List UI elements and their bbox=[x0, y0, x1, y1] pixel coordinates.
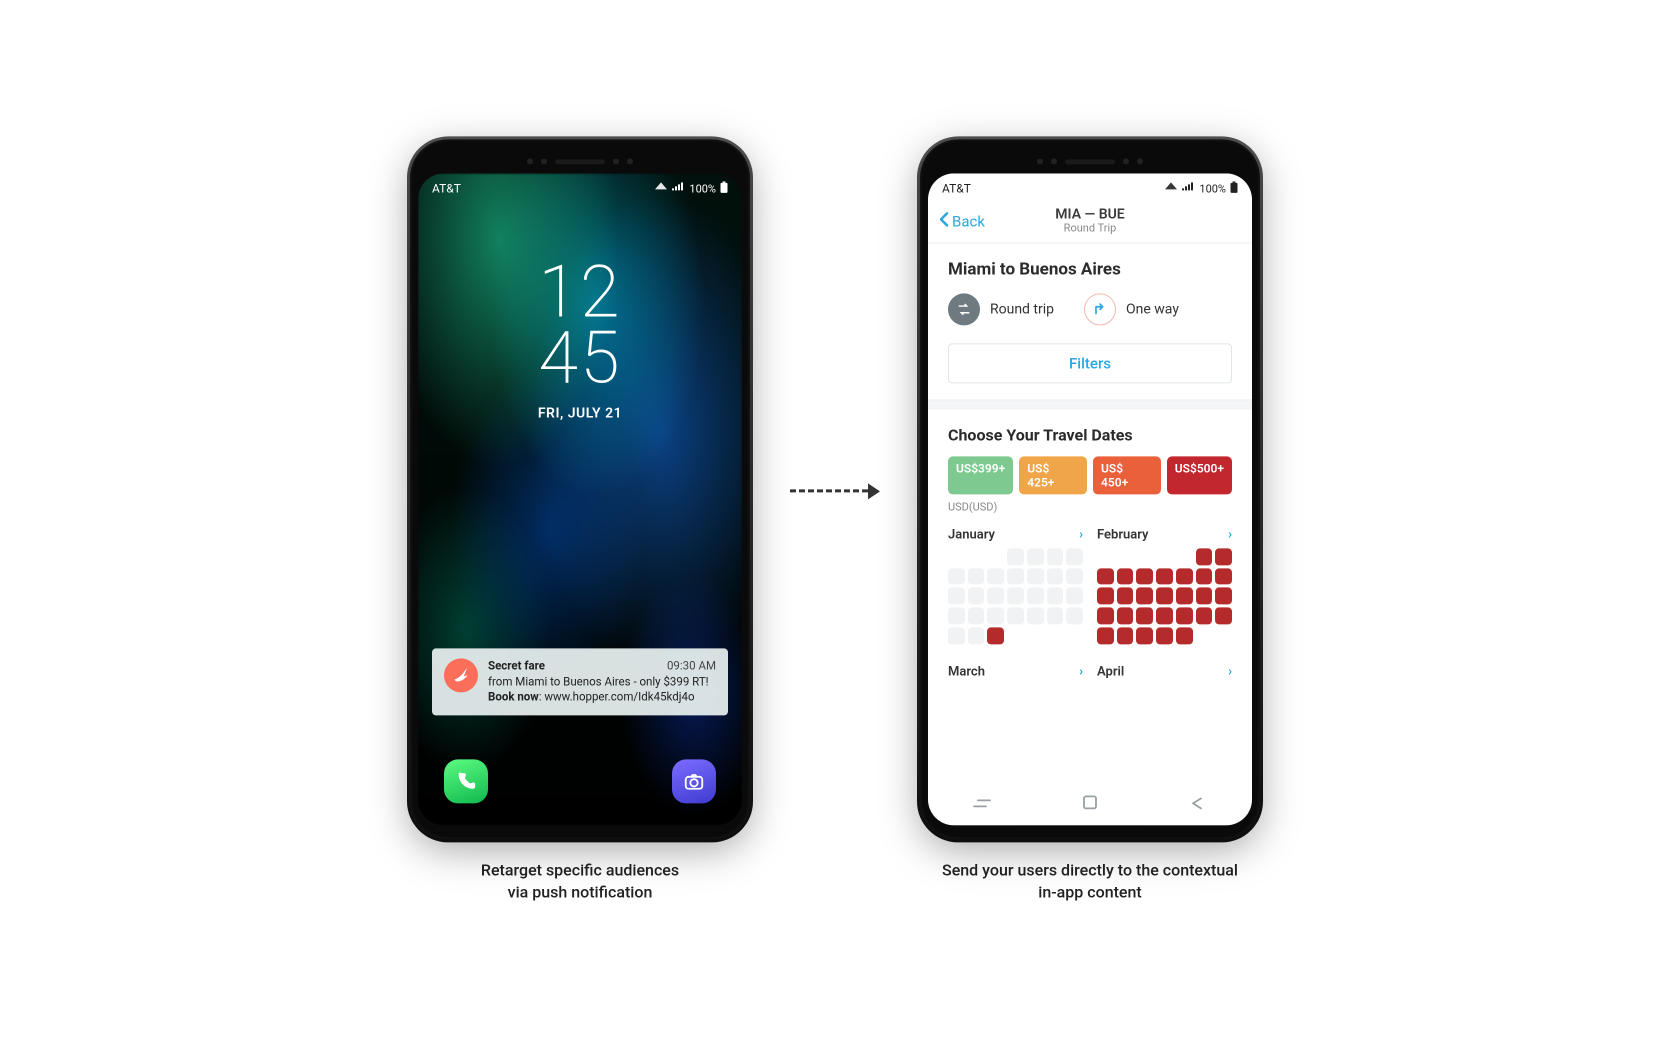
one-way-option[interactable]: One way bbox=[1084, 293, 1179, 325]
hopper-app-icon bbox=[444, 659, 478, 693]
one-way-label: One way bbox=[1126, 301, 1179, 317]
camera-app-icon[interactable] bbox=[672, 759, 716, 803]
month-label-mar: March bbox=[948, 664, 985, 679]
price-chip-1: US$399+ bbox=[948, 456, 1013, 494]
nav-title-sub: Round Trip bbox=[1055, 223, 1124, 235]
back-button[interactable]: Back bbox=[938, 199, 985, 242]
battery-label: 100% bbox=[689, 182, 716, 195]
month-label-feb: February bbox=[1097, 527, 1149, 542]
network-icon bbox=[655, 182, 667, 195]
status-bar: AT&T 100% bbox=[928, 173, 1252, 199]
trip-section: Miami to Buenos Aires Round trip bbox=[928, 243, 1252, 399]
battery-label: 100% bbox=[1199, 182, 1226, 195]
round-trip-option[interactable]: Round trip bbox=[948, 293, 1054, 325]
right-column: AT&T 100% bbox=[920, 139, 1260, 902]
trip-type-group: Round trip One way bbox=[948, 293, 1232, 325]
right-caption-line2: in-app content bbox=[942, 881, 1238, 903]
battery-icon bbox=[1230, 181, 1238, 196]
filters-button[interactable]: Filters bbox=[948, 343, 1232, 383]
chevron-left-icon bbox=[938, 211, 950, 231]
notification-message: from Miami to Buenos Aires - only $399 R… bbox=[488, 674, 716, 690]
left-phone-frame: AT&T 100% bbox=[410, 139, 750, 839]
status-right: 100% bbox=[1165, 181, 1238, 196]
carrier-label: AT&T bbox=[432, 181, 461, 195]
chevron-right-icon: › bbox=[1079, 664, 1083, 679]
back-label: Back bbox=[952, 212, 985, 230]
nav-title: MIA — BUE Round Trip bbox=[1055, 207, 1124, 234]
right-caption: Send your users directly to the contextu… bbox=[942, 859, 1238, 902]
flow-arrow bbox=[790, 476, 880, 506]
price-chip-4: US$500+ bbox=[1167, 456, 1232, 494]
lock-dock bbox=[418, 759, 742, 803]
lock-content: 12 45 FRI, JULY 21 bbox=[418, 199, 742, 421]
left-caption-line1: Retarget specific audiences bbox=[481, 859, 679, 881]
status-right: 100% bbox=[655, 181, 728, 196]
stage: AT&T 100% bbox=[410, 139, 1260, 902]
notification-time: 09:30 AM bbox=[667, 659, 716, 675]
section-divider bbox=[928, 399, 1252, 409]
month-april[interactable]: April › bbox=[1097, 664, 1232, 685]
recent-apps-button[interactable] bbox=[972, 794, 992, 815]
round-trip-label: Round trip bbox=[990, 301, 1054, 317]
chevron-right-icon: › bbox=[1228, 664, 1232, 679]
back-nav-button[interactable] bbox=[1188, 794, 1208, 815]
notification-cta-rest: : www.hopper.com/Idk45kdj4o bbox=[539, 690, 695, 704]
left-caption-line2: via push notification bbox=[481, 881, 679, 903]
right-caption-line1: Send your users directly to the contextu… bbox=[942, 859, 1238, 881]
status-bar: AT&T 100% bbox=[418, 173, 742, 199]
nav-title-main: MIA — BUE bbox=[1055, 207, 1124, 222]
signal-icon bbox=[671, 182, 685, 195]
lock-clock: 12 45 bbox=[538, 259, 621, 391]
calendar-january bbox=[948, 548, 1083, 644]
month-january[interactable]: January › bbox=[948, 527, 1083, 644]
months-row-2: March › April › bbox=[948, 664, 1232, 685]
home-button[interactable] bbox=[1081, 793, 1099, 816]
dates-section: Choose Your Travel Dates US$399+ US$ 425… bbox=[928, 409, 1252, 701]
arrow-head-icon bbox=[868, 483, 880, 499]
one-way-icon bbox=[1084, 293, 1116, 325]
lock-screen: AT&T 100% bbox=[418, 173, 742, 825]
month-february[interactable]: February › bbox=[1097, 527, 1232, 644]
notification-body: Secret fare 09:30 AM from Miami to Bueno… bbox=[488, 659, 716, 706]
notification-cta-bold: Book now bbox=[488, 690, 539, 704]
app-screen: AT&T 100% bbox=[928, 173, 1252, 825]
months-row-1: January › bbox=[948, 527, 1232, 644]
battery-icon bbox=[720, 181, 728, 196]
chevron-right-icon: › bbox=[1079, 527, 1083, 542]
android-nav-bar bbox=[928, 783, 1252, 825]
month-label-jan: January bbox=[948, 527, 995, 542]
filters-label: Filters bbox=[1069, 354, 1111, 372]
lock-date: FRI, JULY 21 bbox=[538, 406, 622, 422]
phone-app-icon[interactable] bbox=[444, 759, 488, 803]
dates-title: Choose Your Travel Dates bbox=[948, 425, 1232, 444]
currency-note: USD(USD) bbox=[948, 500, 1232, 513]
calendar-february bbox=[1097, 548, 1232, 644]
carrier-label: AT&T bbox=[942, 181, 971, 195]
price-chip-3: US$ 450+ bbox=[1093, 456, 1161, 494]
price-legend: US$399+ US$ 425+ US$ 450+ US$500+ bbox=[948, 456, 1232, 494]
left-caption: Retarget specific audiences via push not… bbox=[481, 859, 679, 902]
right-phone-frame: AT&T 100% bbox=[920, 139, 1260, 839]
round-trip-icon bbox=[948, 293, 980, 325]
clock-minutes: 45 bbox=[538, 326, 621, 392]
price-chip-2: US$ 425+ bbox=[1019, 456, 1087, 494]
notification-cta: Book now: www.hopper.com/Idk45kdj4o bbox=[488, 690, 716, 706]
network-icon bbox=[1165, 182, 1177, 195]
navbar: Back MIA — BUE Round Trip bbox=[928, 199, 1252, 243]
month-march[interactable]: March › bbox=[948, 664, 1083, 685]
phone-sensors bbox=[418, 151, 742, 171]
route-title: Miami to Buenos Aires bbox=[948, 259, 1232, 279]
signal-icon bbox=[1181, 182, 1195, 195]
left-column: AT&T 100% bbox=[410, 139, 750, 902]
push-notification[interactable]: Secret fare 09:30 AM from Miami to Bueno… bbox=[432, 649, 728, 716]
notification-title: Secret fare bbox=[488, 659, 545, 675]
chevron-right-icon: › bbox=[1228, 527, 1232, 542]
month-label-apr: April bbox=[1097, 664, 1124, 679]
phone-sensors bbox=[928, 151, 1252, 171]
